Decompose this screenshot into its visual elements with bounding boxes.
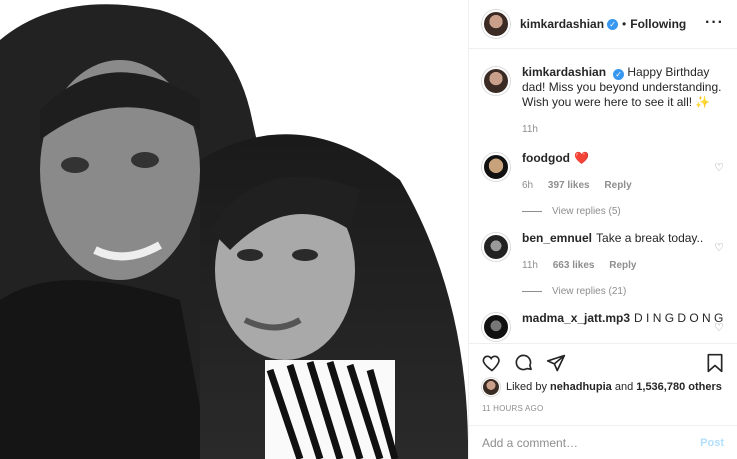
post-header: kimkardashian ✓ • Following ··· [469,0,737,49]
caption-time[interactable]: 11h [522,124,538,135]
divider-line [522,211,542,212]
comments-list[interactable]: kimkardashian ✓ Happy Birthday dad! Miss … [469,49,737,342]
following-button[interactable]: Following [630,17,686,31]
verified-badge-icon: ✓ [613,69,625,80]
share-icon[interactable] [546,353,566,379]
verified-badge-icon: ✓ [607,18,619,30]
view-replies-button[interactable]: View replies (21) [522,286,724,297]
comment-text: ❤️ [573,151,589,165]
comment-username[interactable]: madma_x_jatt.mp3 [522,311,630,325]
likes-prefix: Liked by [506,381,547,393]
like-comment-heart-icon[interactable]: ♡ [714,161,724,174]
post-comment-button[interactable]: Post [700,437,724,449]
comment-text: D I N G D O N G [634,311,724,325]
like-comment-heart-icon[interactable]: ♡ [714,321,724,334]
caption-avatar[interactable] [482,67,510,95]
more-options-icon[interactable]: ··· [705,14,724,32]
comment-username[interactable]: foodgod [522,151,570,165]
view-replies-label: View replies (5) [552,206,621,217]
liker-avatar[interactable] [482,378,500,396]
post-window: kimkardashian ✓ • Following ··· kimkarda… [0,0,737,459]
comment-icon[interactable] [514,353,534,379]
like-comment-heart-icon[interactable]: ♡ [714,241,724,254]
post-actions [469,343,737,379]
view-replies-button[interactable]: View replies (5) [522,206,724,217]
photo-illustration [0,4,468,459]
likes-count[interactable]: 1,536,780 others [636,381,722,393]
comment-time[interactable]: 6h [522,180,533,191]
likes-summary[interactable]: Liked by nehadhupia and 1,536,780 others [482,378,722,396]
caption-username[interactable]: kimkardashian [522,65,606,79]
separator-dot: • [622,17,627,31]
bookmark-icon[interactable] [706,353,724,379]
comment-likes[interactable]: 663 likes [553,260,595,271]
likes-and: and [614,381,634,393]
like-heart-icon[interactable] [482,353,502,379]
author-avatar[interactable] [482,10,510,38]
liker-username[interactable]: nehadhupia [550,381,612,393]
reply-button[interactable]: Reply [604,180,631,191]
commenter-avatar[interactable] [482,153,510,181]
reply-button[interactable]: Reply [609,260,636,271]
post-photo[interactable] [0,0,468,459]
caption-row: kimkardashian ✓ Happy Birthday dad! Miss … [482,65,724,137]
commenter-avatar[interactable] [482,233,510,261]
add-comment-bar: Post [469,425,737,459]
view-replies-label: View replies (21) [552,286,627,297]
comment-likes[interactable]: 397 likes [548,180,590,191]
comment-row: ben_emnuel Take a break today.. 11h 663 l… [482,231,724,273]
post-timestamp[interactable]: 11 HOURS AGO [482,404,543,413]
post-side-panel: kimkardashian ✓ • Following ··· kimkarda… [468,0,737,459]
comment-row: foodgod ❤️ 6h 397 likes Reply ♡ [482,151,724,193]
divider-line [522,291,542,292]
comment-username[interactable]: ben_emnuel [522,231,592,245]
comment-time[interactable]: 11h [522,260,538,271]
author-username[interactable]: kimkardashian [520,17,604,31]
add-comment-input[interactable] [482,435,701,450]
commenter-avatar[interactable] [482,313,510,341]
comment-text: Take a break today.. [596,231,704,245]
comment-row: madma_x_jatt.mp3 D I N G D O N G ♡ [482,311,724,341]
